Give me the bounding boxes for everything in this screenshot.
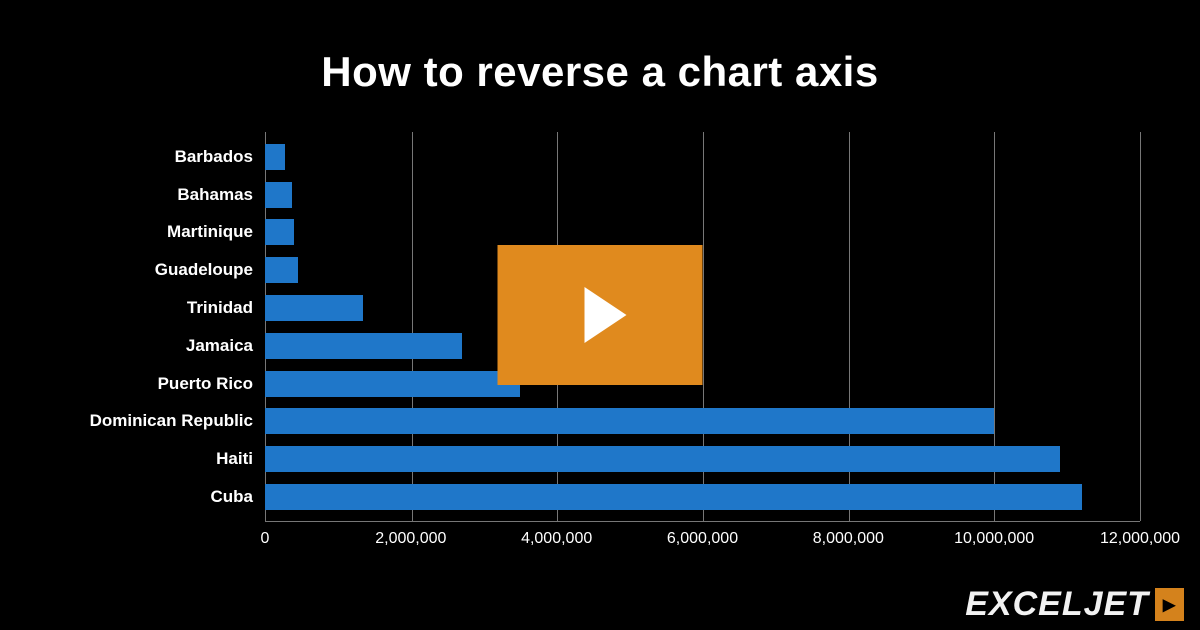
bar — [265, 257, 298, 283]
x-tick-label: 4,000,000 — [521, 530, 592, 548]
plot-container: Barbados Bahamas Martinique Guadeloupe Trini… — [265, 132, 1140, 552]
bar-row: Haiti — [265, 446, 1140, 472]
bar-row: Jamaica — [265, 333, 1140, 359]
category-label: Puerto Rico — [158, 374, 253, 394]
bar — [265, 371, 520, 397]
play-button[interactable] — [498, 245, 703, 385]
bar — [265, 182, 292, 208]
brand-badge-icon: ▸ — [1155, 588, 1184, 621]
bars-group: Barbados Bahamas Martinique Guadeloupe Trini… — [265, 132, 1140, 522]
bar-row: Guadeloupe — [265, 257, 1140, 283]
bar-row: Trinidad — [265, 295, 1140, 321]
brand-name: EXCELJET — [965, 585, 1149, 624]
bar — [265, 295, 363, 321]
bar-row: Martinique — [265, 219, 1140, 245]
category-label: Trinidad — [187, 298, 253, 318]
brand-logo: EXCELJET ▸ — [965, 585, 1184, 624]
bar — [265, 408, 994, 434]
bar-row: Dominican Republic — [265, 408, 1140, 434]
category-label: Barbados — [175, 147, 253, 167]
bar-row: Puerto Rico — [265, 371, 1140, 397]
x-tick-label: 2,000,000 — [375, 530, 446, 548]
bar — [265, 219, 294, 245]
x-tick-label: 12,000,000 — [1100, 530, 1180, 548]
bar — [265, 333, 462, 359]
category-label: Bahamas — [177, 185, 253, 205]
bar — [265, 144, 285, 170]
x-tick-label: 0 — [261, 530, 270, 548]
x-tick-label: 10,000,000 — [954, 530, 1034, 548]
bar-row: Barbados — [265, 144, 1140, 170]
category-label: Haiti — [216, 449, 253, 469]
bar-row: Cuba — [265, 484, 1140, 510]
x-tick-label: 6,000,000 — [667, 530, 738, 548]
page-title: How to reverse a chart axis — [0, 0, 1200, 132]
bar-row: Bahamas — [265, 182, 1140, 208]
gridline — [1140, 132, 1141, 521]
category-label: Martinique — [167, 222, 253, 242]
category-label: Guadeloupe — [155, 260, 253, 280]
category-label: Jamaica — [186, 336, 253, 356]
play-icon — [584, 287, 626, 343]
x-tick-label: 8,000,000 — [813, 530, 884, 548]
category-label: Dominican Republic — [90, 411, 253, 431]
bar — [265, 484, 1082, 510]
category-label: Cuba — [211, 487, 254, 507]
bar — [265, 446, 1060, 472]
